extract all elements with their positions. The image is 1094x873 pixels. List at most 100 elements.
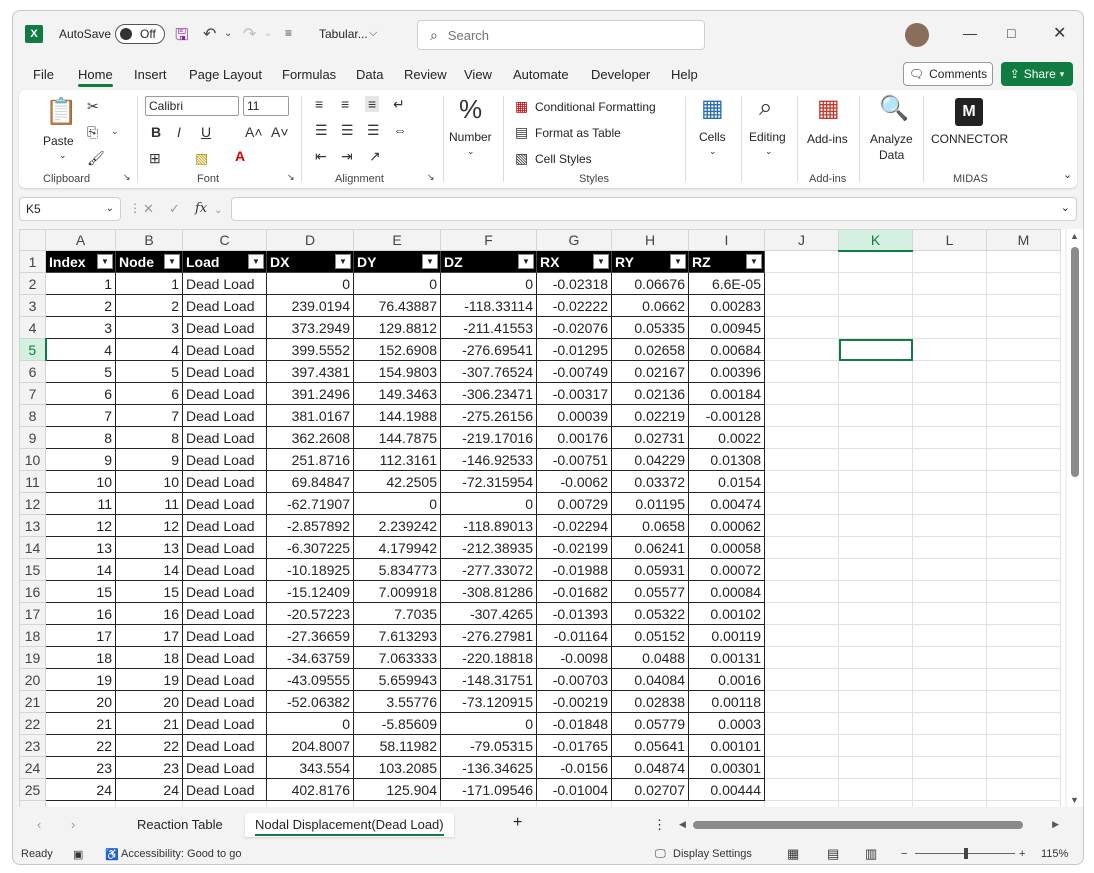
table-cell[interactable]: -0.01682 xyxy=(536,580,612,603)
grid-cell[interactable] xyxy=(764,514,839,537)
filter-dropdown-icon[interactable]: ▼ xyxy=(670,254,686,269)
table-cell[interactable]: -0.02294 xyxy=(536,514,612,537)
close-icon[interactable]: ✕ xyxy=(1053,23,1066,43)
table-cell[interactable]: Dead Load xyxy=(182,558,267,581)
editing-label[interactable]: Editing xyxy=(749,130,786,144)
column-header-j[interactable]: J xyxy=(764,229,839,251)
row-header[interactable]: 7 xyxy=(19,382,46,405)
column-header-e[interactable]: E xyxy=(353,229,441,251)
grid-cell[interactable] xyxy=(838,382,913,405)
select-all-corner[interactable] xyxy=(19,229,46,251)
table-cell[interactable]: 3 xyxy=(115,316,183,339)
format-as-table-label[interactable]: Format as Table xyxy=(535,126,621,140)
table-cell[interactable]: 125.904 xyxy=(353,778,441,801)
table-cell[interactable]: Dead Load xyxy=(182,492,267,515)
align-center-icon[interactable]: ☰ xyxy=(341,122,354,139)
filter-dropdown-icon[interactable]: ▼ xyxy=(593,254,609,269)
cells-icon[interactable]: ▦ xyxy=(701,94,724,123)
table-cell[interactable]: -220.18818 xyxy=(440,646,537,669)
grid-cell[interactable] xyxy=(986,404,1061,427)
table-cell[interactable]: 0.00131 xyxy=(688,646,765,669)
grid-cell[interactable] xyxy=(764,382,839,405)
table-cell[interactable]: 0.05152 xyxy=(611,624,689,647)
table-cell[interactable]: 22 xyxy=(45,734,116,757)
table-cell[interactable]: -146.92533 xyxy=(440,448,537,471)
row-header[interactable]: 5 xyxy=(19,338,47,361)
table-cell[interactable]: 0.02658 xyxy=(611,338,689,361)
table-cell[interactable]: 14 xyxy=(115,558,183,581)
tab-page-layout[interactable]: Page Layout xyxy=(189,67,262,82)
table-cell[interactable]: 22 xyxy=(115,734,183,757)
table-cell[interactable]: -0.00749 xyxy=(536,360,612,383)
tab-home[interactable]: Home xyxy=(78,67,113,87)
table-cell[interactable]: 2 xyxy=(115,294,183,317)
grid-cell[interactable] xyxy=(838,404,913,427)
page-layout-view-icon[interactable]: ▤ xyxy=(827,846,839,862)
table-cell[interactable]: 0.0658 xyxy=(611,514,689,537)
align-top-icon[interactable]: ≡ xyxy=(315,96,323,112)
table-cell[interactable]: Dead Load xyxy=(182,470,267,493)
table-cell[interactable]: 399.5552 xyxy=(266,338,354,361)
column-header-c[interactable]: C xyxy=(182,229,267,251)
table-cell[interactable]: 21 xyxy=(45,712,116,735)
table-cell[interactable]: 0 xyxy=(353,272,441,295)
table-cell[interactable]: 15 xyxy=(115,580,183,603)
grid-cell[interactable] xyxy=(912,756,987,779)
font-launcher-icon[interactable]: ↘ xyxy=(287,172,295,183)
grid-cell[interactable] xyxy=(986,624,1061,647)
horizontal-scroll-thumb[interactable] xyxy=(693,821,1023,829)
grid-cell[interactable] xyxy=(986,360,1061,383)
table-header-cell[interactable]: Load ▼ xyxy=(182,250,267,273)
document-title[interactable]: Tabular... xyxy=(319,27,368,41)
row-header[interactable]: 14 xyxy=(19,536,46,559)
table-cell[interactable]: -34.63759 xyxy=(266,646,354,669)
table-cell[interactable]: Dead Load xyxy=(182,756,267,779)
table-cell[interactable]: 0.0488 xyxy=(611,646,689,669)
undo-dropdown-icon[interactable]: ⌄ xyxy=(224,28,232,39)
search-input[interactable] xyxy=(447,27,678,43)
grid-cell[interactable] xyxy=(838,668,913,691)
table-header-cell[interactable]: RZ ▼ xyxy=(688,250,765,273)
table-cell[interactable]: -0.00703 xyxy=(536,668,612,691)
paste-chevron-down-icon[interactable]: ⌄ xyxy=(59,150,67,161)
table-cell[interactable]: 3 xyxy=(45,316,116,339)
table-cell[interactable]: -307.76524 xyxy=(440,360,537,383)
grid-cell[interactable] xyxy=(912,382,987,405)
table-header-cell[interactable]: RX ▼ xyxy=(536,250,612,273)
row-header[interactable]: 6 xyxy=(19,360,46,383)
grid-cell[interactable] xyxy=(764,580,839,603)
vertical-scrollbar[interactable]: ▲ ▼ xyxy=(1067,229,1083,807)
grid-cell[interactable] xyxy=(838,316,913,339)
column-header-d[interactable]: D xyxy=(266,229,354,251)
table-cell[interactable]: -0.0062 xyxy=(536,470,612,493)
table-cell[interactable]: 0.00176 xyxy=(536,426,612,449)
table-cell[interactable]: 2 xyxy=(45,294,116,317)
scroll-right-icon[interactable]: ▶ xyxy=(1052,819,1059,830)
grid-cell[interactable] xyxy=(912,580,987,603)
zoom-slider[interactable] xyxy=(915,848,1015,859)
table-cell[interactable]: 20 xyxy=(115,690,183,713)
table-cell[interactable]: 0.05322 xyxy=(611,602,689,625)
table-cell[interactable]: 0.00084 xyxy=(688,580,765,603)
table-cell[interactable]: 0.05577 xyxy=(611,580,689,603)
table-cell[interactable]: 0.02838 xyxy=(611,690,689,713)
formula-expand-icon[interactable]: ⌄ xyxy=(1061,201,1070,214)
alignment-launcher-icon[interactable]: ↘ xyxy=(427,172,435,183)
cell-styles-label[interactable]: Cell Styles xyxy=(535,152,592,166)
table-cell[interactable]: 11 xyxy=(45,492,116,515)
increase-font-icon[interactable]: A˄ xyxy=(245,124,263,140)
grid-cell[interactable] xyxy=(764,778,839,801)
grid-cell[interactable] xyxy=(115,800,183,807)
font-color-icon[interactable]: A xyxy=(235,148,245,164)
table-cell[interactable]: Dead Load xyxy=(182,382,267,405)
grid-cell[interactable] xyxy=(912,316,987,339)
align-left-icon[interactable]: ☰ xyxy=(315,122,328,139)
table-cell[interactable]: 0.00062 xyxy=(688,514,765,537)
table-cell[interactable]: 129.8812 xyxy=(353,316,441,339)
table-cell[interactable]: 0.00072 xyxy=(688,558,765,581)
table-cell[interactable]: 0.01308 xyxy=(688,448,765,471)
table-cell[interactable]: -72.315954 xyxy=(440,470,537,493)
row-header[interactable]: 1 xyxy=(19,250,46,273)
table-cell[interactable]: 381.0167 xyxy=(266,404,354,427)
table-cell[interactable]: -20.57223 xyxy=(266,602,354,625)
